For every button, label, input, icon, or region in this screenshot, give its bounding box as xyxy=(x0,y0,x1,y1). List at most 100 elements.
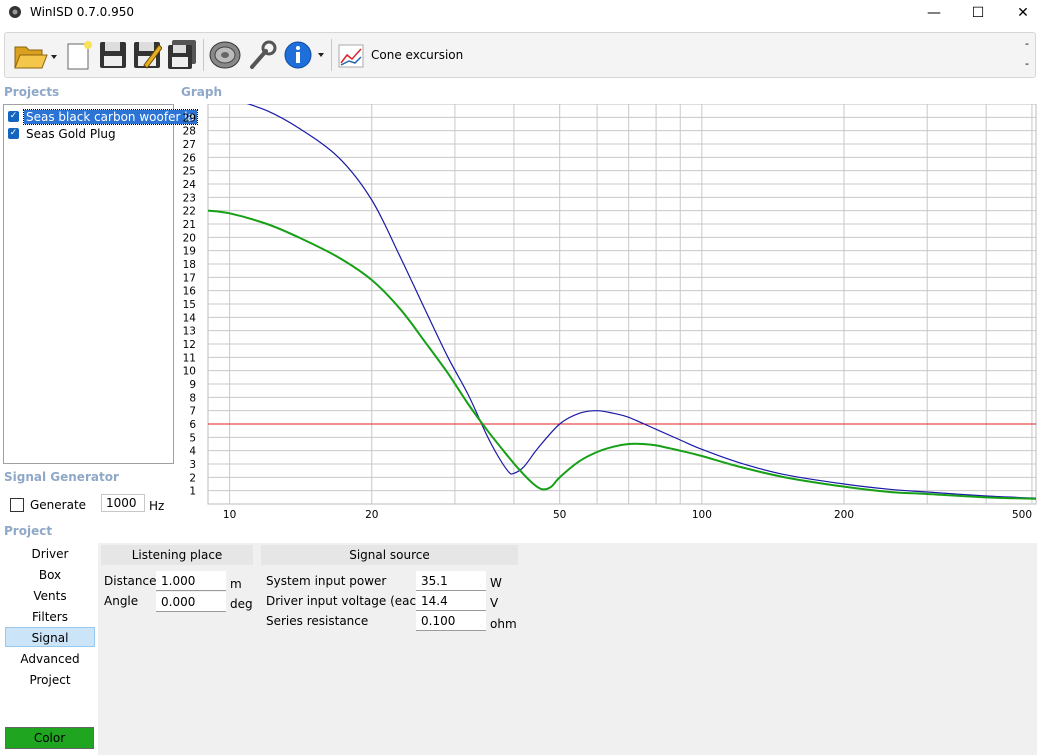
y-tick-label: 11 xyxy=(183,352,196,364)
toolbar-separator xyxy=(203,39,204,71)
x-tick-label: 50 xyxy=(553,509,566,521)
x-tick-label: 100 xyxy=(692,509,712,521)
nav-item-box[interactable]: Box xyxy=(5,565,95,585)
options-button[interactable] xyxy=(245,37,279,73)
color-button[interactable]: Color xyxy=(5,727,94,749)
new-document-icon xyxy=(67,41,92,70)
x-tick-label: 200 xyxy=(834,509,854,521)
y-tick-label: 3 xyxy=(189,459,196,471)
y-tick-label: 22 xyxy=(183,206,196,218)
y-tick-label: 6 xyxy=(189,419,196,431)
graph-section-label: Graph xyxy=(181,85,222,99)
y-tick-label: 25 xyxy=(183,166,196,178)
angle-label: Angle xyxy=(104,594,139,608)
toolbar: Cone excursion - - xyxy=(4,32,1036,78)
project-checkbox[interactable]: ✓ xyxy=(8,111,19,122)
graph-type-label[interactable]: Cone excursion xyxy=(371,48,463,62)
voltage-unit: V xyxy=(490,596,499,610)
angle-unit: deg xyxy=(230,597,253,611)
toolbar-overflow-top[interactable]: - xyxy=(1025,37,1029,50)
frequency-input[interactable]: 1000 xyxy=(101,494,145,512)
driver-input-voltage-input[interactable]: 14.4 xyxy=(416,591,486,611)
y-tick-label: 14 xyxy=(183,312,197,324)
angle-input[interactable]: 0.000 xyxy=(156,592,226,612)
help-button[interactable] xyxy=(281,37,327,73)
nav-item-project[interactable]: Project xyxy=(5,670,95,690)
driver-input-voltage-label: Driver input voltage (each) xyxy=(266,594,429,608)
project-item[interactable]: ✓ Seas black carbon woofer la xyxy=(8,108,198,125)
save-all-icon xyxy=(168,40,196,69)
nav-item-driver[interactable]: Driver xyxy=(5,544,95,564)
y-tick-label: 13 xyxy=(183,326,196,338)
save-icon xyxy=(100,42,126,68)
open-project-button[interactable] xyxy=(11,37,61,73)
window-title: WinISD 0.7.0.950 xyxy=(30,5,135,19)
y-tick-label: 24 xyxy=(183,179,197,191)
app-speaker-icon xyxy=(9,6,21,18)
series-resistance-input[interactable]: 0.100 xyxy=(416,611,486,631)
y-tick-label: 5 xyxy=(189,432,196,444)
y-tick-label: 29 xyxy=(183,112,196,124)
open-folder-icon xyxy=(14,46,57,69)
y-tick-label: 7 xyxy=(189,406,196,418)
save-as-button[interactable] xyxy=(131,37,163,73)
y-tick-label: 28 xyxy=(183,126,196,138)
maximize-button[interactable]: ☐ xyxy=(955,0,1001,26)
save-button[interactable] xyxy=(97,37,129,73)
wrench-icon xyxy=(250,40,277,69)
generate-label: Generate xyxy=(30,498,87,512)
distance-unit: m xyxy=(230,577,242,591)
close-button[interactable]: ✕ xyxy=(1000,0,1037,26)
y-tick-label: 10 xyxy=(183,366,196,378)
y-tick-label: 2 xyxy=(189,472,196,484)
projects-section-label: Projects xyxy=(4,85,60,99)
y-tick-label: 12 xyxy=(183,339,196,351)
cone-excursion-chart[interactable]: 1234567891011121314151617181920212223242… xyxy=(176,104,1037,522)
y-tick-label: 26 xyxy=(183,152,197,164)
title-bar: WinISD 0.7.0.950 — ☐ ✕ xyxy=(0,0,1037,26)
projects-list[interactable]: ✓ Seas black carbon woofer la ✓ Seas Gol… xyxy=(3,104,198,464)
save-all-button[interactable] xyxy=(165,37,199,73)
y-tick-label: 16 xyxy=(183,286,197,298)
system-input-power-input[interactable]: 35.1 xyxy=(416,571,486,591)
resistance-unit: ohm xyxy=(490,617,517,631)
new-project-button[interactable] xyxy=(63,37,95,73)
nav-item-vents[interactable]: Vents xyxy=(5,586,95,606)
y-tick-label: 27 xyxy=(183,139,196,151)
project-item[interactable]: ✓ Seas Gold Plug xyxy=(8,126,118,141)
power-unit: W xyxy=(490,576,502,590)
toolbar-overflow-bottom[interactable]: - xyxy=(1025,57,1029,70)
y-tick-label: 17 xyxy=(183,272,196,284)
y-tick-label: 20 xyxy=(183,232,196,244)
signal-generator-label: Signal Generator xyxy=(4,470,119,484)
distance-label: Distance xyxy=(104,574,157,588)
y-tick-label: 4 xyxy=(189,446,196,458)
toolbar-separator xyxy=(331,39,332,71)
info-icon xyxy=(284,41,324,69)
save-as-icon xyxy=(134,42,162,69)
y-tick-label: 21 xyxy=(183,219,196,231)
project-checkbox[interactable]: ✓ xyxy=(8,128,19,139)
y-tick-label: 23 xyxy=(183,192,196,204)
x-tick-label: 20 xyxy=(365,509,378,521)
distance-input[interactable]: 1.000 xyxy=(156,571,226,591)
generate-checkbox-row[interactable]: Generate xyxy=(10,498,86,512)
project-section-label: Project xyxy=(4,524,53,538)
nav-item-advanced[interactable]: Advanced xyxy=(5,649,95,669)
x-tick-label: 500 xyxy=(1012,509,1032,521)
y-tick-label: 8 xyxy=(189,392,196,404)
y-tick-label: 15 xyxy=(183,299,196,311)
signal-source-header: Signal source xyxy=(261,545,518,565)
signal-settings-panel: Listening place Distance 1.000 m Angle 0… xyxy=(98,543,1037,755)
project-name[interactable]: Seas Gold Plug xyxy=(24,127,118,141)
nav-item-filters[interactable]: Filters xyxy=(5,607,95,627)
minimize-button[interactable]: — xyxy=(911,0,957,26)
y-tick-label: 18 xyxy=(183,259,196,271)
y-tick-label: 1 xyxy=(189,486,196,498)
listening-place-header: Listening place xyxy=(101,545,253,565)
nav-item-signal[interactable]: Signal xyxy=(5,627,95,647)
project-name[interactable]: Seas black carbon woofer la xyxy=(23,108,198,125)
generate-checkbox[interactable] xyxy=(10,498,24,512)
driver-editor-button[interactable] xyxy=(207,37,243,73)
frequency-unit: Hz xyxy=(149,499,165,513)
